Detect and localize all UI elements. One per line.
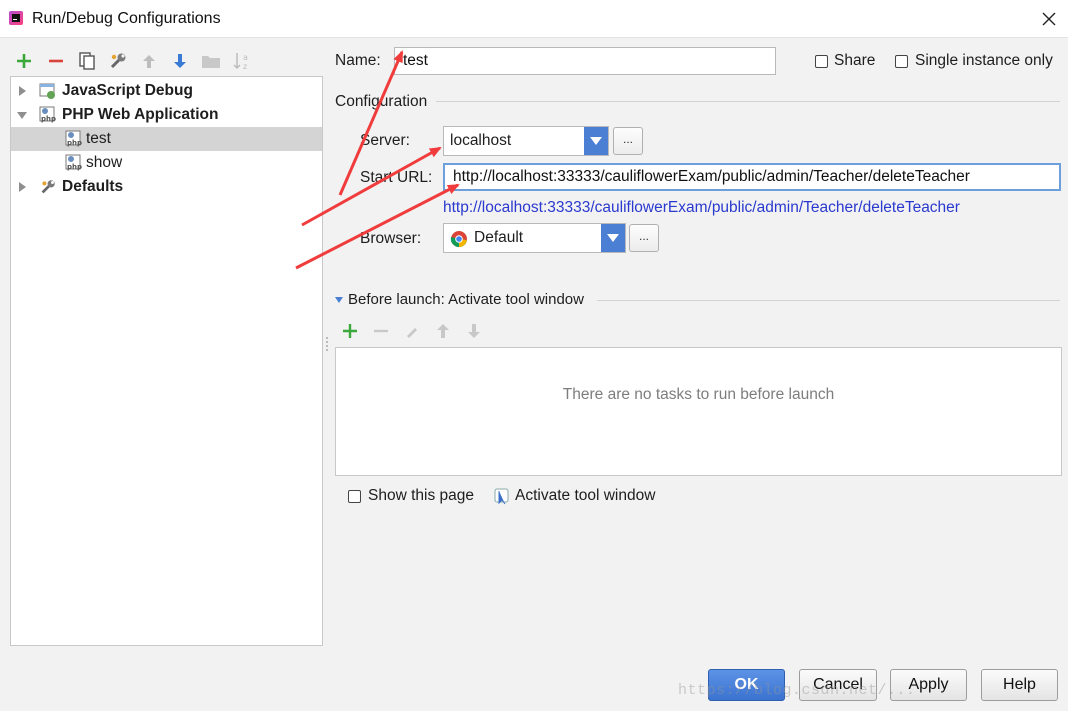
tree-item-show[interactable]: php show [11,151,322,175]
title-bar: Run/Debug Configurations [0,0,1068,38]
php-web-app-icon: php [39,106,56,123]
empty-tasks-message: There are no tasks to run before launch [562,386,835,403]
move-task-down-icon[interactable] [465,322,483,340]
help-button[interactable]: Help [981,669,1058,701]
config-toolbar: az [12,48,312,74]
start-url-field[interactable]: http://localhost:33333/cauliflowerExam/p… [443,163,1061,191]
remove-icon[interactable] [44,48,68,74]
add-icon[interactable] [12,48,36,74]
watermark: https://blog.csdn.net/... [678,682,916,699]
chevron-down-icon[interactable] [601,224,625,252]
tree-item-defaults[interactable]: Defaults [11,175,322,199]
browser-select[interactable]: Default [443,223,626,253]
chevron-down-icon[interactable] [584,127,608,155]
tree-item-javascript-debug[interactable]: JavaScript Debug [11,79,322,103]
tree-item-label: Defaults [62,178,124,195]
separator [597,300,1060,301]
name-label: Name: [335,52,381,69]
chrome-icon [450,231,467,248]
show-page-checkbox[interactable] [348,490,361,503]
before-launch-heading: Before launch: Activate tool window [348,291,584,308]
name-field[interactable]: test [394,47,776,75]
svg-text:php: php [67,163,82,171]
server-label: Server: [360,132,410,149]
start-url-label: Start URL: [360,169,433,186]
tree-item-label: test [86,130,111,147]
configuration-tree: JavaScript Debug php PHP Web Application… [10,76,323,646]
tree-item-label: PHP Web Application [62,106,219,123]
configuration-heading: Configuration [335,93,428,110]
edit-task-icon[interactable] [403,322,421,340]
folder-icon[interactable] [199,48,223,74]
splitter-handle[interactable] [324,336,330,352]
svg-text:a: a [243,53,248,62]
add-task-icon[interactable] [341,322,359,340]
server-browse-button[interactable]: ... [613,127,643,155]
php-web-app-icon: php [65,154,82,171]
share-label: Share [834,52,876,69]
separator [436,101,1060,102]
copy-icon[interactable] [75,48,99,74]
collapse-arrow-icon[interactable] [17,110,27,120]
expand-arrow-icon[interactable] [17,182,27,192]
sort-icon[interactable]: az [230,48,254,74]
tree-item-php-web-application[interactable]: php PHP Web Application [11,103,322,127]
tree-item-test[interactable]: php test [11,127,322,151]
activate-tool-label: Activate tool window [515,487,656,504]
collapse-arrow-icon[interactable] [335,296,343,304]
remove-task-icon[interactable] [372,322,390,340]
share-checkbox[interactable] [815,55,828,68]
activate-tool-checkbox[interactable] [494,488,510,506]
move-task-up-icon[interactable] [434,322,452,340]
single-instance-checkbox[interactable] [895,55,908,68]
expand-arrow-icon[interactable] [17,86,27,96]
php-web-app-icon: php [65,130,82,147]
single-instance-label: Single instance only [915,52,1053,69]
javascript-debug-icon [39,83,55,99]
phpstorm-icon [9,11,23,25]
server-select[interactable]: localhost [443,126,609,156]
wrench-icon[interactable] [106,48,130,74]
wrench-icon [41,180,55,194]
browser-browse-button[interactable]: ... [629,224,659,252]
browser-select-value: Default [474,229,524,246]
svg-text:z: z [243,62,247,71]
svg-text:php: php [41,115,56,123]
svg-text:php: php [67,139,82,147]
show-page-label: Show this page [368,487,474,504]
server-select-value: localhost [450,132,512,149]
resolved-url-link[interactable]: http://localhost:33333/cauliflowerExam/p… [443,199,960,217]
tree-item-label: JavaScript Debug [62,82,193,99]
move-down-icon[interactable] [168,48,192,74]
close-icon[interactable] [1036,6,1062,32]
before-launch-task-list[interactable]: There are no tasks to run before launch [335,347,1062,476]
tree-item-label: show [86,154,123,171]
window-title: Run/Debug Configurations [32,10,221,27]
move-up-icon[interactable] [137,48,161,74]
browser-label: Browser: [360,230,422,247]
